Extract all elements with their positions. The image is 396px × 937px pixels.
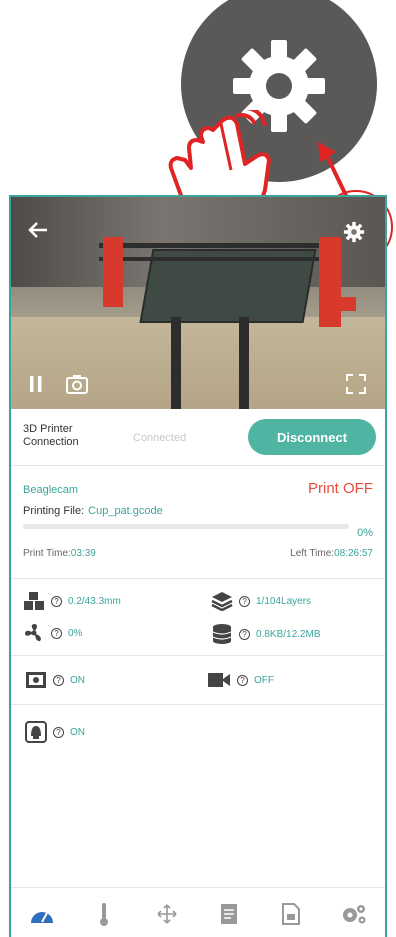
disconnect-button[interactable]: Disconnect <box>248 419 376 455</box>
info-icon[interactable]: ? <box>53 674 64 686</box>
camera-toggle[interactable]: ? ON <box>25 671 85 689</box>
print-status-panel: Beaglecam Print OFF Printing File: Cup_pa… <box>11 466 385 579</box>
print-status: Print OFF <box>307 480 373 497</box>
toggles-row-2: ? ON <box>11 705 385 751</box>
nav-settings[interactable] <box>334 894 374 934</box>
pause-icon[interactable] <box>27 374 45 394</box>
files-icon <box>221 904 238 924</box>
fan-value: 0% <box>68 627 83 639</box>
layers-stat: ? 1/104Layers <box>211 591 311 611</box>
camera-feed <box>11 197 385 409</box>
app-screen: 3D Printer Connection Connected Disconne… <box>9 195 387 937</box>
bottom-nav <box>11 887 385 937</box>
video-toggle[interactable]: ? OFF <box>207 671 274 689</box>
video-toggle-value: OFF <box>254 674 274 686</box>
settings-icon <box>342 905 366 924</box>
camera-toggle-value: ON <box>70 674 85 686</box>
connection-row: 3D Printer Connection Connected Disconne… <box>11 409 385 466</box>
left-time-label: Left Time: <box>290 548 335 559</box>
connection-status: Connected <box>133 432 187 444</box>
progress-bar <box>23 524 349 529</box>
layers-value: 1/104Layers <box>256 595 312 607</box>
thermometer-icon <box>100 903 109 926</box>
dashboard-icon <box>31 912 54 923</box>
progress-percent: 0% <box>357 527 373 539</box>
left-time: Left Time:08:26:57 <box>290 548 373 559</box>
file-name: Cup_pat.gcode <box>88 505 163 517</box>
nav-move[interactable] <box>147 894 187 934</box>
database-icon <box>212 624 232 644</box>
toggles-row: ? ON ? OFF <box>11 656 385 705</box>
storage-stat: ? 0.8KB/12.2MB <box>211 623 320 645</box>
info-icon[interactable]: ? <box>51 627 62 639</box>
stats-panel: ? 0.2/43.3mm ? 1/104Layers ? 0% ? 0.8KB/… <box>11 579 385 656</box>
nav-temperature[interactable] <box>84 894 124 934</box>
light-toggle[interactable]: ? ON <box>25 721 85 743</box>
gcode-icon <box>282 903 301 925</box>
print-time-label: Print Time: <box>23 548 71 559</box>
info-icon[interactable]: ? <box>53 726 64 738</box>
camera-box-icon <box>26 672 46 688</box>
fan-icon <box>25 624 41 642</box>
connection-label: 3D Printer Connection <box>23 423 79 448</box>
light-icon <box>25 721 47 743</box>
nav-gcode[interactable] <box>271 894 311 934</box>
back-arrow-icon[interactable] <box>27 221 49 239</box>
device-name: Beaglecam <box>23 484 79 496</box>
fullscreen-icon[interactable] <box>345 373 367 395</box>
left-time-value: 08:26:57 <box>334 548 373 559</box>
info-icon[interactable]: ? <box>237 674 248 686</box>
info-icon[interactable]: ? <box>239 595 250 607</box>
nav-files[interactable] <box>209 894 249 934</box>
info-icon[interactable]: ? <box>51 595 62 607</box>
settings-gear-icon[interactable] <box>343 221 365 243</box>
storage-value: 0.8KB/12.2MB <box>256 628 321 640</box>
filament-value: 0.2/43.3mm <box>68 595 121 607</box>
printing-file: Printing File: Cup_pat.gcode <box>23 505 163 517</box>
filament-stat: ? 0.2/43.3mm <box>23 591 121 611</box>
print-time: Print Time:03:39 <box>23 548 96 559</box>
fan-stat: ? 0% <box>23 623 82 643</box>
info-icon[interactable]: ? <box>239 628 250 640</box>
snapshot-camera-icon[interactable] <box>65 373 89 395</box>
video-camera-icon <box>208 673 230 687</box>
print-time-value: 03:39 <box>70 548 96 559</box>
nav-dashboard[interactable] <box>22 894 62 934</box>
layers-icon <box>211 592 233 611</box>
file-label: Printing File: <box>23 505 85 517</box>
move-icon <box>157 904 177 924</box>
light-toggle-value: ON <box>70 726 85 738</box>
filament-cubes-icon <box>24 592 44 610</box>
